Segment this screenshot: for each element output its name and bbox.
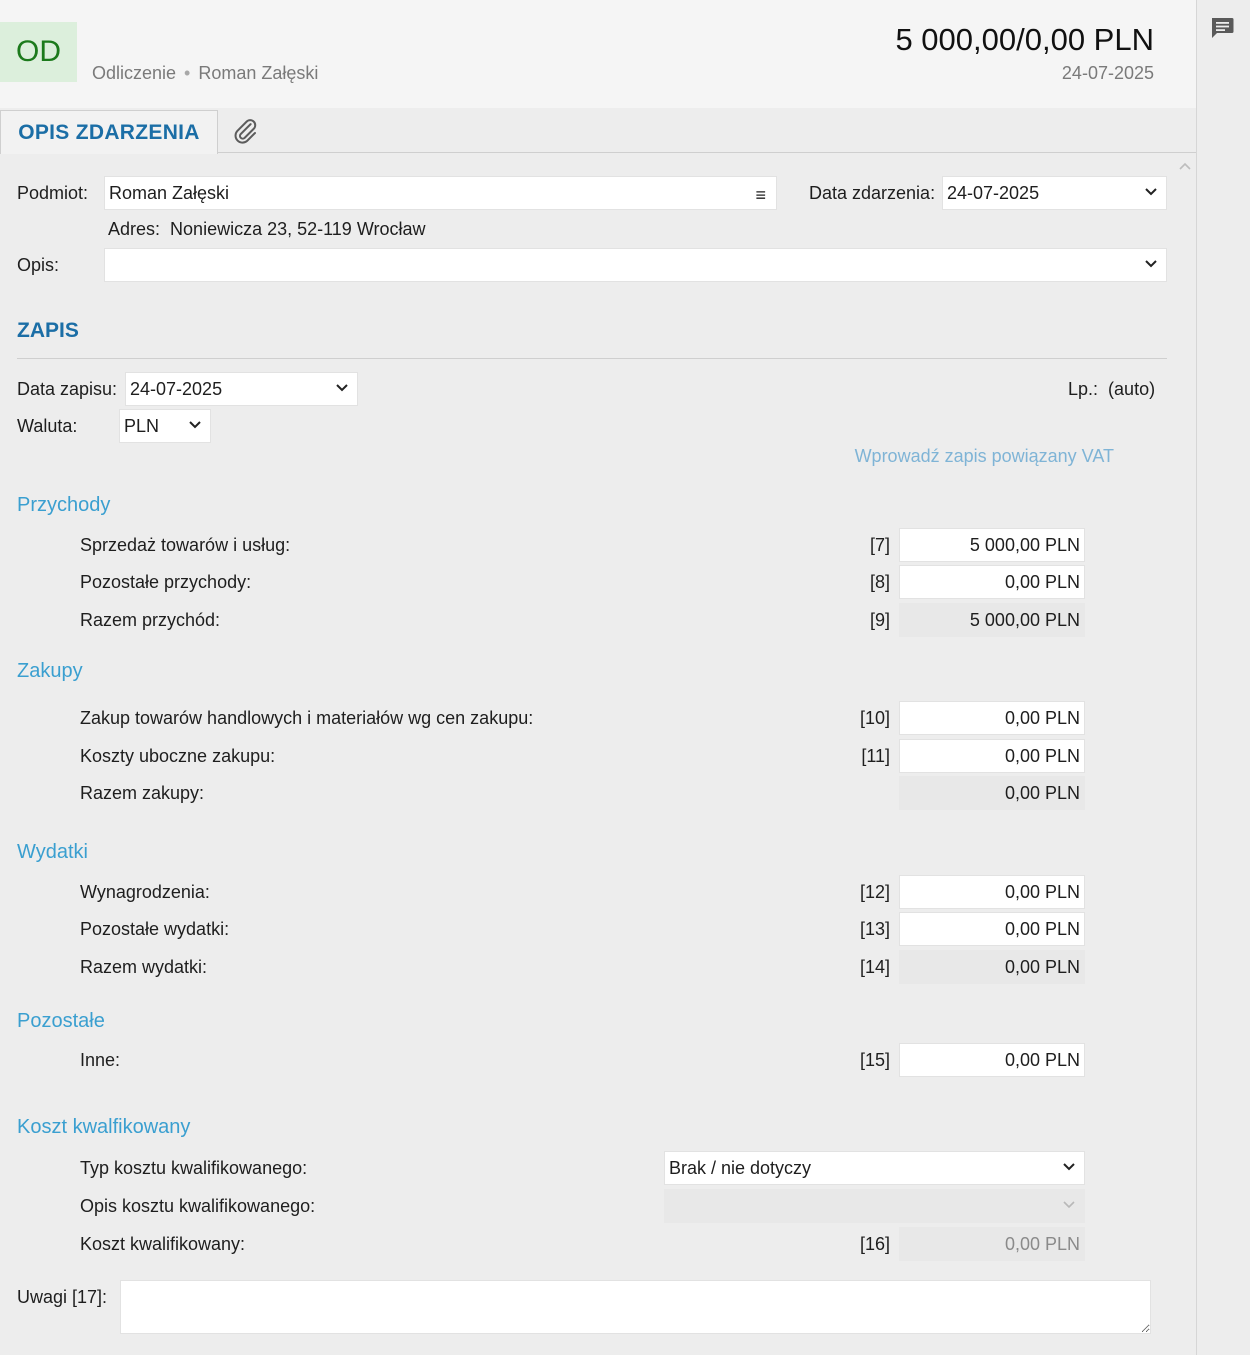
purchases-row-label: Zakup towarów handlowych i materiałów wg… <box>80 708 534 728</box>
qualified-type-dropdown[interactable]: Brak / nie dotyczy <box>664 1151 1085 1185</box>
subject-value: Roman Załęski <box>109 182 230 203</box>
address-row: Adres: Noniewicza 23, 52-119 Wrocław <box>108 219 426 240</box>
chevron-down-icon <box>1145 260 1157 268</box>
income-group-title: Przychody <box>17 494 111 516</box>
notes-label: Uwagi [17]: <box>17 1287 108 1307</box>
purchases-row-label: Razem zakupy: <box>80 783 205 803</box>
currency-dropdown[interactable]: PLN <box>119 409 211 443</box>
event-date-dropdown[interactable]: 24-07-2025 <box>942 176 1167 210</box>
total-purchases-value: 0,00 PLN <box>899 776 1085 810</box>
currency-label: Waluta: <box>17 416 78 436</box>
qualified-cost-group-title: Koszt kwalfikowany <box>17 1116 191 1138</box>
chevron-down-icon <box>1145 188 1157 196</box>
other-row-label: Inne: <box>80 1050 121 1070</box>
comment-icon[interactable] <box>1209 16 1235 40</box>
section-divider <box>17 358 1167 359</box>
other-row-code: [15] <box>859 1050 890 1070</box>
paperclip-icon[interactable] <box>230 116 260 146</box>
lp-value: (auto) <box>1108 379 1156 399</box>
purchases-row-code: [11] <box>861 746 890 766</box>
goods-purchase-input[interactable]: 0,00 PLN <box>899 701 1085 735</box>
income-row-label: Sprzedaż towarów i usług: <box>80 535 291 555</box>
chevron-down-icon <box>189 421 201 429</box>
separator-dot: • <box>184 63 191 83</box>
purchases-row-code: [10] <box>859 708 890 728</box>
event-date-value: 24-07-2025 <box>947 182 1040 203</box>
qualified-desc-dropdown <box>664 1189 1085 1223</box>
lp-row: Lp.: (auto) <box>1068 379 1155 400</box>
address-value: Noniewicza 23, 52-119 Wrocław <box>170 219 426 239</box>
chevron-down-icon <box>1063 1201 1075 1209</box>
purchases-row-label: Koszty uboczne zakupu: <box>80 746 276 766</box>
entry-section-title: ZAPIS <box>17 319 79 342</box>
salaries-input[interactable]: 0,00 PLN <box>899 875 1085 909</box>
expenses-row-code: [14] <box>859 957 890 977</box>
right-sidebar <box>1196 0 1250 1355</box>
chevron-down-icon <box>336 384 348 392</box>
income-row-code: [9] <box>869 610 890 630</box>
document-subtitle: Odliczenie • Roman Załęski <box>92 63 318 84</box>
document-person: Roman Załęski <box>198 63 319 83</box>
document-type-badge: OD <box>0 22 77 82</box>
income-row-label: Pozostałe przychody: <box>80 572 252 592</box>
entry-date-value: 24-07-2025 <box>130 378 223 399</box>
description-label: Opis: <box>17 255 60 275</box>
total-expenses-value: 0,00 PLN <box>899 950 1085 984</box>
sales-amount-input[interactable]: 5 000,00 PLN <box>899 528 1085 562</box>
notes-textarea[interactable] <box>120 1280 1151 1334</box>
document-header: OD Odliczenie • Roman Załęski 5 000,00/0,0… <box>0 0 1196 108</box>
qualified-amount-label: Koszt kwalifikowany: <box>80 1234 246 1254</box>
tab-event-description[interactable]: OPIS ZDARZENIA <box>0 110 218 154</box>
document-date: 24-07-2025 <box>1061 63 1154 83</box>
qualified-amount-value: 0,00 PLN <box>899 1227 1085 1261</box>
qualified-desc-label: Opis kosztu kwalifikowanego: <box>80 1196 316 1216</box>
main-panel: OD Odliczenie • Roman Załęski 5 000,00/0,0… <box>0 0 1196 1355</box>
list-menu-icon[interactable]: ≡ <box>755 185 766 206</box>
lp-label: Lp.: <box>1068 379 1099 399</box>
income-row-label: Razem przychód: <box>80 610 221 630</box>
expenses-row-code: [12] <box>859 882 890 902</box>
expenses-row-code: [13] <box>859 919 890 939</box>
expenses-row-label: Wynagrodzenia: <box>80 882 210 902</box>
subject-label: Podmiot: <box>17 183 89 203</box>
qualified-amount-code: [16] <box>859 1234 890 1254</box>
expenses-row-label: Razem wydatki: <box>80 957 208 977</box>
qualified-type-value: Brak / nie dotyczy <box>669 1157 812 1178</box>
qualified-type-label: Typ kosztu kwalifikowanego: <box>80 1158 308 1178</box>
other-expenses-input[interactable]: 0,00 PLN <box>899 912 1085 946</box>
other-amount-input[interactable]: 0,00 PLN <box>899 1043 1085 1077</box>
document-type-label: Odliczenie <box>92 63 177 83</box>
address-label: Adres: <box>108 219 161 239</box>
event-date-label: Data zdarzenia: <box>809 183 936 203</box>
income-row-code: [8] <box>869 572 890 592</box>
entry-date-dropdown[interactable]: 24-07-2025 <box>125 372 358 406</box>
total-income-value: 5 000,00 PLN <box>899 603 1085 637</box>
scroll-up-icon[interactable] <box>1176 158 1194 176</box>
other-income-input[interactable]: 0,00 PLN <box>899 565 1085 599</box>
subject-field[interactable]: Roman Załęski ≡ <box>104 176 777 210</box>
tab-bar: OPIS ZDARZENIA <box>0 108 1196 154</box>
side-costs-input[interactable]: 0,00 PLN <box>899 739 1085 773</box>
document-amount: 5 000,00/0,00 PLN <box>895 22 1154 57</box>
entry-date-label: Data zapisu: <box>17 379 118 399</box>
expenses-group-title: Wydatki <box>17 841 88 863</box>
purchases-group-title: Zakupy <box>17 660 83 682</box>
chevron-down-icon <box>1063 1163 1075 1171</box>
expenses-row-label: Pozostałe wydatki: <box>80 919 230 939</box>
income-row-code: [7] <box>869 535 890 555</box>
description-dropdown[interactable] <box>104 248 1167 282</box>
other-group-title: Pozostałe <box>17 1010 105 1032</box>
add-vat-entry-link[interactable]: Wprowadź zapis powiązany VAT <box>855 446 1114 467</box>
currency-value: PLN <box>124 415 160 436</box>
